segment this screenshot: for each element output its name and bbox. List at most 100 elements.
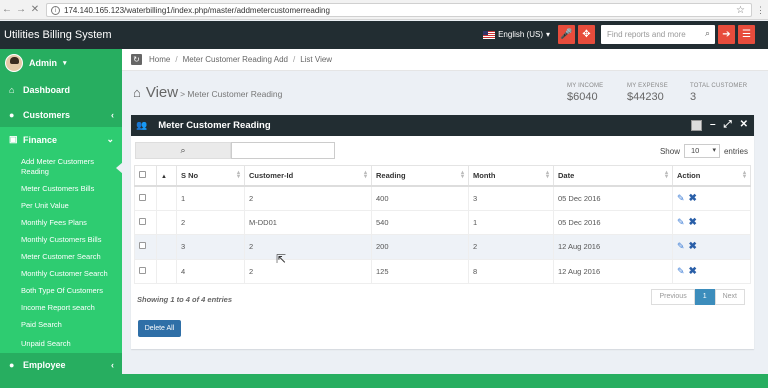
edit-icon[interactable]: ✎ — [677, 193, 685, 203]
select-all-checkbox[interactable] — [139, 170, 146, 178]
more-icon[interactable]: ⋮ — [756, 5, 765, 16]
table-cell: 05 Dec 2016 — [553, 185, 673, 211]
delete-all-button[interactable]: Delete All — [138, 320, 181, 337]
table-cell: 3 — [468, 185, 554, 211]
search-button[interactable]: ⌕ — [135, 142, 231, 159]
row-checkbox[interactable] — [139, 217, 146, 225]
report-search-input[interactable]: Find reports and more ⌕ — [601, 25, 715, 44]
address-bar[interactable]: i 174.140.165.123/waterbilling1/index.ph… — [46, 3, 752, 17]
column-reading[interactable]: Reading ▴ ▾ — [371, 165, 469, 187]
submenu-per-unit-value[interactable]: Per Unit Value — [0, 197, 122, 214]
delete-icon[interactable]: ✖ — [689, 217, 697, 228]
pagination: Previous 1 Next — [651, 289, 745, 305]
fullscreen-button[interactable]: ✥ — [578, 25, 595, 44]
close-icon[interactable]: ✕ — [28, 4, 42, 15]
table-row: 3 2 200 2 12 Aug 2016 ✎ ✖ — [134, 234, 751, 260]
table-cell: 2 — [244, 258, 372, 284]
minimize-icon[interactable]: – — [710, 119, 716, 131]
table-cell: 200 — [371, 234, 469, 260]
submenu-monthly-customers-bills[interactable]: Monthly Customers Bills — [0, 231, 122, 248]
language-dropdown[interactable]: English (US) ▾ — [483, 30, 550, 39]
close-icon[interactable]: ✕ — [740, 119, 748, 131]
submenu-unpaid-search[interactable]: Unpaid Search — [0, 333, 122, 353]
row-checkbox[interactable] — [139, 193, 146, 201]
table-search: ⌕ — [135, 142, 335, 159]
user-menu[interactable]: Admin ▾ — [0, 49, 122, 77]
submenu-income-report-search[interactable]: Income Report search — [0, 299, 122, 316]
row-checkbox-cell[interactable] — [134, 209, 157, 235]
sidebar-item-employee[interactable]: ● Employee ‹ — [0, 353, 122, 377]
sort-up-icon: ▲ — [161, 173, 167, 180]
stat-value: 3 — [690, 91, 697, 103]
us-flag-icon — [483, 30, 496, 39]
page-title-view: View — [145, 84, 179, 101]
next-page-button[interactable]: Next — [714, 289, 745, 305]
page-length-select[interactable]: 10 — [683, 144, 720, 158]
column-sno[interactable]: S No ▴ ▾ — [176, 165, 245, 187]
sidebar-item-label: Customers — [23, 109, 71, 120]
color-picker-icon[interactable] — [691, 119, 703, 131]
refresh-icon[interactable]: ↻ — [131, 54, 142, 65]
column-label: Month — [473, 170, 496, 180]
column-action: Action ▴ ▾ — [672, 165, 751, 187]
app-brand[interactable]: Utilities Billing System — [0, 29, 122, 41]
sort-icon: ▴ ▾ — [545, 170, 549, 180]
submenu-meter-customer-search[interactable]: Meter Customer Search — [0, 248, 122, 265]
table-cell: 05 Dec 2016 — [553, 209, 673, 235]
column-date[interactable]: Date ▴ ▾ — [553, 165, 673, 187]
submenu-meter-bills[interactable]: Meter Customers Bills — [0, 180, 122, 197]
column-month[interactable]: Month ▴ ▾ — [468, 165, 554, 187]
sort-header[interactable]: ▲ — [156, 165, 177, 187]
info-icon[interactable]: i — [51, 5, 60, 15]
edit-icon[interactable]: ✎ — [677, 217, 685, 227]
star-icon[interactable]: ☆ — [736, 5, 745, 16]
table-cell: 3 — [176, 234, 245, 260]
expand-icon[interactable]: ⤢ — [724, 119, 732, 131]
delete-icon[interactable]: ✖ — [689, 266, 697, 277]
microphone-button[interactable]: 🎤 — [558, 25, 575, 44]
previous-page-button[interactable]: Previous — [651, 289, 695, 305]
forward-icon[interactable]: → — [14, 4, 28, 15]
sidebar-item-dashboard[interactable]: ⌂ Dashboard — [0, 77, 122, 102]
submenu-add-meter-reading[interactable]: Add Meter Customers Reading — [0, 154, 123, 180]
language-label: English (US) — [498, 30, 543, 39]
submenu-paid-search[interactable]: Paid Search — [0, 316, 122, 333]
sidebar-item-customers[interactable]: ● Customers ‹ — [0, 102, 122, 127]
edit-icon[interactable]: ✎ — [677, 241, 685, 251]
table-cell: 400 — [371, 185, 469, 211]
table-row: 2 M-DD01 540 1 05 Dec 2016 ✎ ✖ — [134, 209, 751, 235]
table-row: 1 2 400 3 05 Dec 2016 ✎ ✖ — [134, 185, 751, 211]
menu-button[interactable]: ☰ — [738, 25, 755, 44]
breadcrumb-home[interactable]: Home — [149, 55, 170, 64]
search-icon[interactable]: ⌕ — [705, 28, 710, 39]
back-icon[interactable]: ← — [0, 4, 14, 15]
delete-icon[interactable]: ✖ — [689, 241, 697, 252]
submenu-both-type-customers[interactable]: Both Type Of Customers — [0, 282, 122, 299]
entries-label: entries — [723, 146, 748, 156]
table-search-input[interactable] — [231, 142, 335, 159]
table-info: Showing 1 to 4 of 4 entries — [137, 295, 233, 304]
submenu-monthly-fees-plans[interactable]: Monthly Fees Plans — [0, 214, 122, 231]
edit-icon[interactable]: ✎ — [677, 266, 685, 276]
row-checkbox-cell[interactable] — [134, 234, 157, 260]
breadcrumb-reading-add[interactable]: Meter Customer Reading Add — [183, 55, 288, 64]
sidebar-item-label: Employee — [23, 360, 66, 370]
delete-icon[interactable]: ✖ — [689, 193, 697, 204]
table-row: 4 2 125 8 12 Aug 2016 ✎ ✖ — [134, 258, 751, 284]
row-checkbox[interactable] — [139, 266, 146, 274]
chevron-left-icon: ‹ — [111, 109, 114, 120]
row-checkbox-cell[interactable] — [134, 258, 157, 284]
column-customer-id[interactable]: Customer-Id ▴ ▾ — [244, 165, 372, 187]
column-label: S No — [181, 170, 199, 180]
table-cell: 1 — [176, 185, 245, 211]
row-checkbox[interactable] — [139, 242, 146, 250]
select-all-header[interactable] — [134, 165, 157, 187]
action-cell: ✎ ✖ — [672, 234, 751, 260]
breadcrumb-separator: / — [175, 55, 178, 64]
page-1-button[interactable]: 1 — [694, 289, 715, 305]
row-checkbox-cell[interactable] — [134, 185, 157, 211]
logout-button[interactable]: ➔ — [718, 25, 735, 44]
submenu-monthly-customer-search[interactable]: Monthly Customer Search — [0, 265, 122, 282]
stat-label: MY EXPENSE — [627, 83, 668, 89]
sidebar-item-finance[interactable]: ▣ Finance ⌄ — [0, 127, 122, 152]
